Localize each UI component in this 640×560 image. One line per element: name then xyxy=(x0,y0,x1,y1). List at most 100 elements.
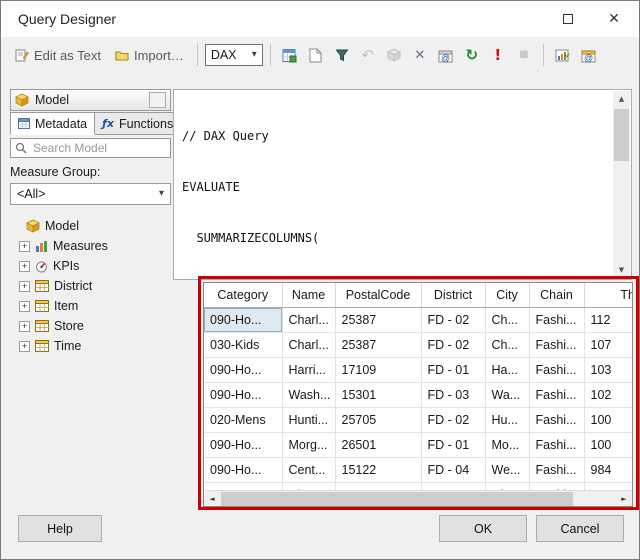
expand-icon[interactable]: + xyxy=(19,240,30,252)
dax-query-editor[interactable]: // DAX Query EVALUATE SUMMARIZECOLUMNS( … xyxy=(173,89,632,280)
horizontal-scrollbar-thumb[interactable] xyxy=(221,492,573,506)
tree-item-district[interactable]: + District xyxy=(10,276,171,296)
grid-cell[interactable]: FD - 02 xyxy=(421,482,486,490)
expand-icon[interactable]: + xyxy=(19,320,30,332)
grid-cell[interactable]: Fashi... xyxy=(529,357,585,383)
grid-cell[interactable]: 090-Ho... xyxy=(204,382,283,408)
grid-cell[interactable]: Fashi... xyxy=(529,432,585,458)
grid-cell[interactable]: Ha... xyxy=(485,357,530,383)
grid-cell[interactable]: Ch... xyxy=(485,332,530,358)
grid-cell[interactable]: FD - 01 xyxy=(421,357,486,383)
execute-query-button[interactable]: ! xyxy=(486,43,510,67)
grid-cell[interactable]: 030-Kids xyxy=(204,332,283,358)
grid-cell[interactable]: Wa... xyxy=(485,382,530,408)
grid-cell[interactable]: Morg... xyxy=(282,432,336,458)
refresh-fields-button[interactable]: ↻ xyxy=(460,43,484,67)
grid-cell[interactable]: 102 xyxy=(584,382,632,408)
design-results-button[interactable] xyxy=(551,43,575,67)
grid-cell[interactable]: 25387 xyxy=(335,332,422,358)
grid-cell[interactable]: 100 xyxy=(584,407,632,433)
grid-cell[interactable]: Fashi... xyxy=(529,307,585,333)
grid-cell[interactable]: 090-Ho... xyxy=(204,457,283,483)
maximize-button[interactable] xyxy=(545,2,591,35)
tree-item-kpis[interactable]: + KPIs xyxy=(10,256,171,276)
grid-cell[interactable]: FD - 02 xyxy=(421,332,486,358)
close-button[interactable]: ✕ xyxy=(591,2,637,35)
grid-cell[interactable]: 090-Ho... xyxy=(204,432,283,458)
grid-cell[interactable]: 25705 xyxy=(335,407,422,433)
grid-cell[interactable]: Hu... xyxy=(485,407,530,433)
vertical-scrollbar[interactable]: ▲ ▼ xyxy=(613,91,630,278)
grid-cell[interactable]: Fashi... xyxy=(529,382,585,408)
expand-icon[interactable]: + xyxy=(19,300,30,312)
grid-cell[interactable]: 25387 xyxy=(335,307,422,333)
expand-icon[interactable]: + xyxy=(19,340,30,352)
grid-cell[interactable]: 100 xyxy=(584,432,632,458)
grid-cell[interactable]: FD - 02 xyxy=(421,407,486,433)
clear-query-button[interactable] xyxy=(304,43,328,67)
grid-cell[interactable]: 26501 xyxy=(335,432,422,458)
grid-cell[interactable]: Char... xyxy=(282,482,336,490)
grid-cell[interactable]: FD - 03 xyxy=(421,382,486,408)
tab-functions[interactable]: ƒx Functions xyxy=(95,112,182,135)
command-type-select[interactable]: DAX ▾ xyxy=(204,44,263,66)
scroll-right-icon[interactable]: ► xyxy=(616,491,632,507)
grid-cell[interactable]: FD - 04 xyxy=(421,457,486,483)
grid-cell[interactable]: 96 xyxy=(584,482,632,490)
tree-item-time[interactable]: + Time xyxy=(10,336,171,356)
grid-cell[interactable]: Fashi... xyxy=(529,457,585,483)
grid-cell[interactable]: Fashi... xyxy=(529,407,585,433)
grid-cell[interactable]: Ch... xyxy=(485,482,530,490)
expand-icon[interactable]: + xyxy=(19,260,30,272)
grid-cell[interactable]: Fashi... xyxy=(529,332,585,358)
cancel-button[interactable]: Cancel xyxy=(536,515,624,542)
design-query-button[interactable] xyxy=(278,43,302,67)
tree-item-model[interactable]: Model xyxy=(10,216,171,236)
grid-cell[interactable]: Cent... xyxy=(282,457,336,483)
edit-as-text-button[interactable]: Edit as Text xyxy=(9,45,107,66)
grid-cell[interactable]: 107 xyxy=(584,332,632,358)
tree-item-store[interactable]: + Store xyxy=(10,316,171,336)
scroll-down-icon[interactable]: ▼ xyxy=(613,262,630,278)
grid-cell[interactable]: Charl... xyxy=(282,332,336,358)
undo-button[interactable]: ↶ xyxy=(356,43,380,67)
delete-button[interactable]: ✕ xyxy=(408,43,432,67)
tree-item-item[interactable]: + Item xyxy=(10,296,171,316)
grid-cell[interactable]: Ch... xyxy=(485,307,530,333)
grid-cell[interactable]: Fashi... xyxy=(529,482,585,490)
selected-cell[interactable]: 090-Ho... xyxy=(204,307,283,333)
grid-cell[interactable]: 15301 xyxy=(335,382,422,408)
grid-cell[interactable]: 103 xyxy=(584,357,632,383)
grid-cell[interactable]: FD - 01 xyxy=(421,432,486,458)
import-button[interactable]: Import… xyxy=(109,45,190,66)
grid-cell[interactable]: 090-Ho... xyxy=(204,357,283,383)
grid-cell[interactable]: 112 xyxy=(584,307,632,333)
scroll-up-icon[interactable]: ▲ xyxy=(613,91,630,107)
scroll-left-icon[interactable]: ◄ xyxy=(204,491,220,507)
grid-cell[interactable]: Wash... xyxy=(282,382,336,408)
grid-cell[interactable]: Harri... xyxy=(282,357,336,383)
measure-group-select[interactable]: <All> ▾ xyxy=(10,183,171,205)
open-query-button[interactable] xyxy=(382,43,406,67)
filter-button[interactable] xyxy=(330,43,354,67)
tree-item-measures[interactable]: + Measures xyxy=(10,236,171,256)
help-button[interactable]: Help xyxy=(18,515,102,542)
grid-cell[interactable]: 984 xyxy=(584,457,632,483)
ok-button[interactable]: OK xyxy=(439,515,527,542)
grid-cell[interactable]: Charl... xyxy=(282,307,336,333)
grid-cell[interactable]: 090-Ho... xyxy=(204,482,283,490)
grid-cell[interactable]: 17109 xyxy=(335,357,422,383)
grid-cell[interactable]: We... xyxy=(485,457,530,483)
grid-cell[interactable]: FD - 02 xyxy=(421,307,486,333)
cancel-query-button[interactable]: ■ xyxy=(512,43,536,67)
edit-parameters-button[interactable]: @ xyxy=(577,43,601,67)
vertical-scrollbar-thumb[interactable] xyxy=(614,109,629,161)
query-parameters-button[interactable]: @ xyxy=(434,43,458,67)
grid-cell[interactable]: Hunti... xyxy=(282,407,336,433)
grid-cell[interactable]: Mo... xyxy=(485,432,530,458)
expand-icon[interactable]: + xyxy=(19,280,30,292)
grid-cell[interactable]: 020-Mens xyxy=(204,407,283,433)
panel-options-button[interactable] xyxy=(149,92,166,108)
search-input[interactable] xyxy=(31,140,166,156)
horizontal-scrollbar[interactable]: ◄ ► xyxy=(204,490,632,506)
